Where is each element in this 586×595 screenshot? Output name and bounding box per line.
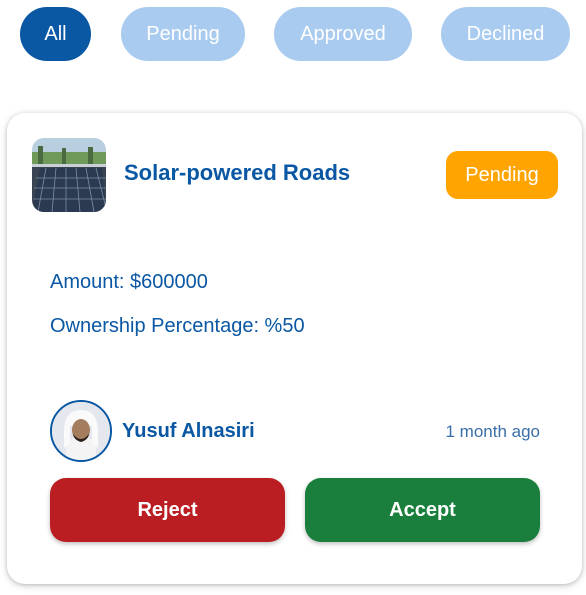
project-title: Solar-powered Roads	[124, 160, 351, 185]
solar-road-image	[32, 138, 106, 212]
investor-name: Yusuf Alnasiri	[122, 420, 255, 442]
filter-declined-chip[interactable]: Declined	[441, 7, 570, 61]
filter-pending-chip[interactable]: Pending	[121, 7, 245, 61]
timestamp: 1 month ago	[445, 422, 540, 441]
solar-road-thumbnail	[32, 138, 106, 212]
filter-all-chip[interactable]: All	[20, 7, 91, 61]
filter-approved-chip[interactable]: Approved	[274, 7, 412, 61]
avatar-icon	[52, 402, 110, 460]
user-avatar	[50, 400, 112, 462]
investment-request-card: Solar-powered Roads Pending Amount: $600…	[7, 113, 582, 584]
accept-button[interactable]: Accept	[305, 478, 540, 542]
status-badge: Pending	[446, 151, 558, 199]
reject-button[interactable]: Reject	[50, 478, 285, 542]
amount-text: Amount: $600000	[50, 271, 208, 293]
ownership-text: Ownership Percentage: %50	[50, 315, 305, 337]
